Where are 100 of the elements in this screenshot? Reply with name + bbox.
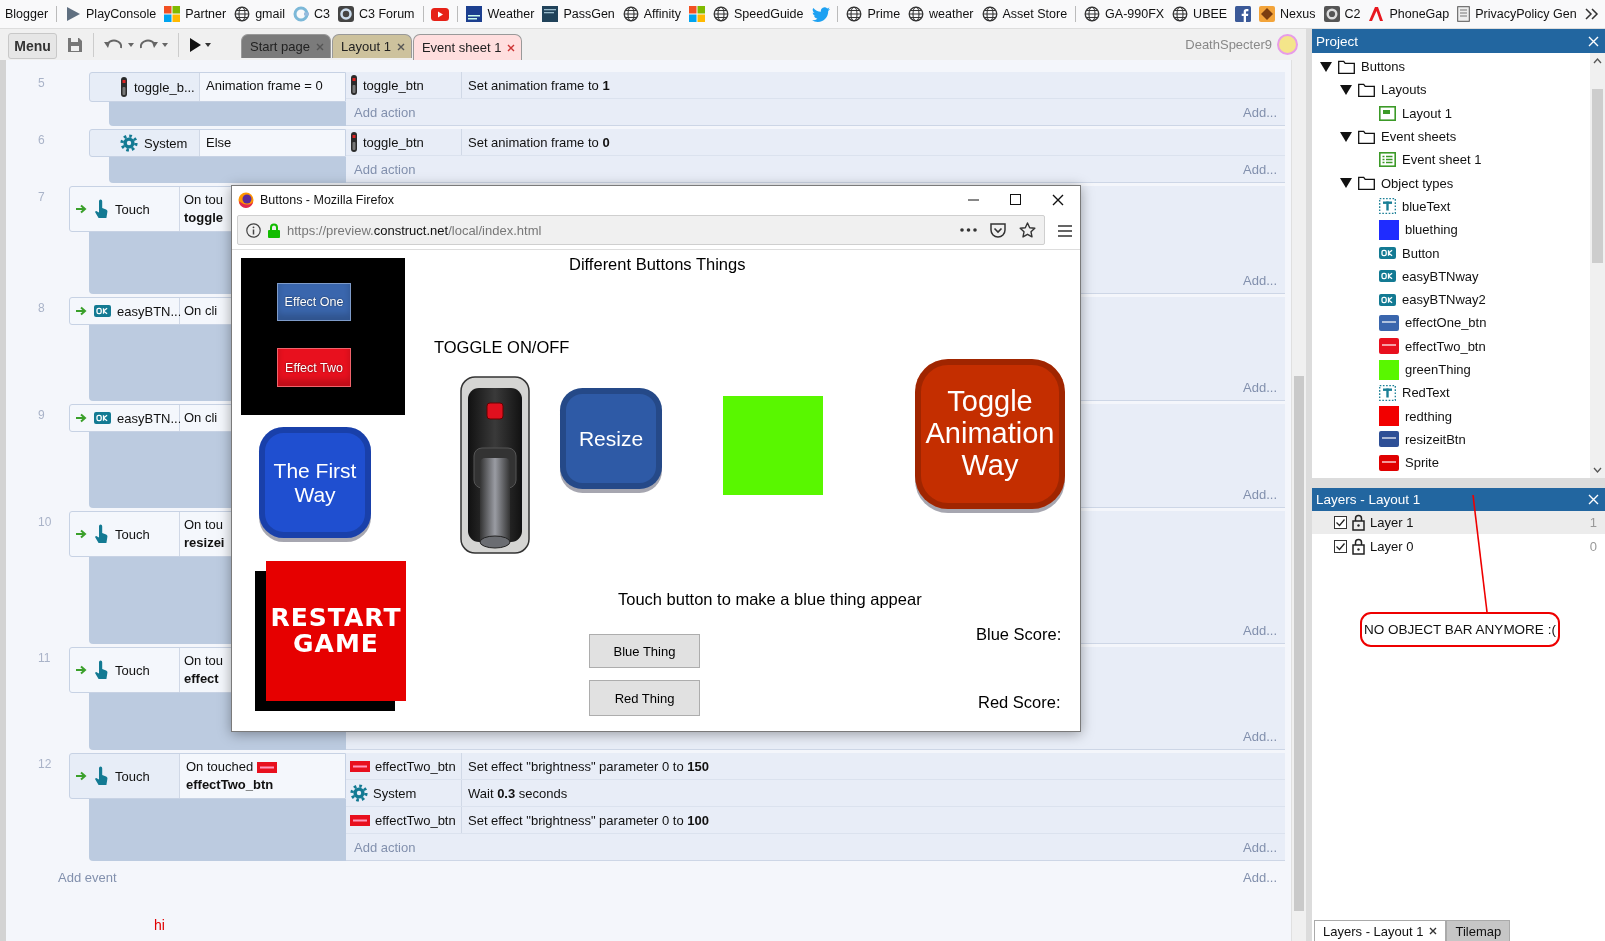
bookmark-link[interactable]: C2 [1323,6,1361,22]
layer-row[interactable]: Layer 0 0 [1312,535,1605,559]
tree-item[interactable]: Layouts [1312,78,1589,102]
action-object[interactable]: effectTwo_btn [346,753,462,779]
menu-icon[interactable] [1058,225,1072,237]
condition-cell[interactable]: Animation frame = 0 [200,73,345,101]
padlock-icon[interactable] [1352,538,1365,555]
bookmark-link[interactable]: weather [908,6,974,22]
close-icon[interactable] [1052,193,1064,206]
checkbox[interactable] [1334,516,1347,529]
condition-cell[interactable]: Else [200,130,345,156]
scrollbar[interactable] [1291,60,1306,941]
bookmark-link[interactable] [431,7,450,21]
expanded-triangle-icon[interactable] [1340,177,1352,190]
tree-item[interactable]: Object types [1312,171,1589,195]
tree-item[interactable]: effectOne_btn [1312,311,1589,335]
tree-item[interactable]: Layout 1 [1312,101,1589,125]
form-button[interactable]: Blue Thing [589,634,700,668]
expanded-triangle-icon[interactable] [1320,60,1332,73]
bookmark-link[interactable]: PlayConsole [65,6,157,22]
action-text[interactable]: Set animation frame to 1 [462,77,610,93]
pocket-icon[interactable] [990,222,1006,238]
game-button[interactable]: Resize [560,388,662,489]
caret-icon[interactable] [205,42,211,47]
bookmark-link[interactable] [689,6,706,22]
bookmark-link[interactable]: gmail [234,6,286,22]
bookmark-link[interactable]: GA-990FX [1084,6,1165,22]
condition-cell[interactable]: On touched effectTwo_btn [180,754,345,798]
caret-icon[interactable] [128,42,134,47]
tree-item[interactable]: Button [1312,241,1589,265]
more-icon[interactable] [960,228,977,232]
padlock-icon[interactable] [1352,514,1365,531]
page-logo-icon [542,6,559,22]
editor-tab[interactable]: Event sheet 1 [412,34,523,60]
tree-item[interactable]: RedText [1312,381,1589,405]
bookmark-link[interactable]: Affinity [622,6,682,22]
address-bar[interactable]: https://preview.construct.net/local/index.html [237,215,1045,245]
event-number: 7 [37,189,46,206]
tree-item[interactable]: redthing [1312,404,1589,428]
action-object[interactable]: System [346,780,462,806]
bookmark-link[interactable]: UBEE [1172,6,1228,22]
star-icon[interactable] [1019,222,1036,238]
play-icon[interactable] [189,37,201,52]
game-button[interactable]: Toggle Animation Way [915,359,1065,509]
action-object[interactable]: effectTwo_btn [346,807,462,833]
bookmark-link[interactable]: PhoneGap [1368,6,1450,22]
panel-tab[interactable]: Layers - Layout 1 [1314,920,1447,941]
checkbox[interactable] [1334,540,1347,553]
bookmark-link[interactable]: PassGen [542,6,615,22]
action-object[interactable]: toggle_btn [346,72,462,98]
tree-item[interactable]: Event sheets [1312,124,1589,149]
maximize-icon[interactable] [1010,194,1021,205]
save-icon[interactable] [67,36,83,53]
action-text[interactable]: Set animation frame to 0 [462,134,610,150]
action-text[interactable]: Set effect "brightness" parameter 0 to 150 [462,758,709,774]
tree-item[interactable]: easyBTNway2 [1312,287,1589,312]
chevron-icon[interactable] [1584,8,1599,20]
folder-icon [1338,59,1355,74]
bookmark-link[interactable]: C3 Forum [337,6,415,22]
folder-icon [1358,129,1375,144]
caret-icon[interactable] [162,42,168,47]
expanded-triangle-icon[interactable] [1340,83,1352,96]
action-text[interactable]: Wait 0.3 seconds [462,785,568,801]
bookmark-link[interactable]: Prime [846,6,901,22]
tree-item[interactable]: effectTwo_btn [1312,334,1589,358]
expanded-triangle-icon[interactable] [1340,130,1352,143]
panel-tab[interactable]: Tilemap [1446,920,1511,941]
bookmark-link[interactable]: C3 [293,6,330,22]
action-text[interactable]: Set effect "brightness" parameter 0 to 100 [462,812,709,828]
form-button[interactable]: Red Thing [589,680,700,716]
info-icon[interactable] [246,222,261,238]
game-button[interactable]: Effect One [277,283,351,321]
close-icon[interactable] [1429,927,1438,935]
tree-item[interactable]: Event sheet 1 [1312,148,1589,172]
bookmark-link[interactable]: SpeedGuide [713,6,804,22]
game-button[interactable]: Effect Two [277,348,351,387]
object-cell[interactable]: easyBTN... [70,405,180,431]
editor-tab[interactable]: Start page [241,34,331,58]
layer-row[interactable]: Layer 1 1 [1312,511,1605,535]
editor-tab[interactable]: Layout 1 [332,34,412,58]
tree-item[interactable]: bluething [1312,218,1589,242]
menu-button[interactable]: Menu [8,32,57,59]
object-cell[interactable]: easyBTN... [70,298,180,324]
game-button[interactable]: The First Way [259,427,371,538]
bookmark-link[interactable]: Nexus [1259,6,1316,22]
tree-item[interactable]: resizeitBtn [1312,427,1589,452]
tree-item[interactable]: greenThing [1312,357,1589,382]
tree-item[interactable]: easyBTNway [1312,264,1589,288]
tree-item[interactable]: Sprite [1312,451,1589,475]
tree-item[interactable]: blueText [1312,194,1589,219]
action-object[interactable]: toggle_btn [346,129,462,155]
bookmark-link[interactable] [1235,6,1252,22]
scrollbar[interactable] [1590,53,1605,478]
panel-title: Project [1316,33,1359,49]
bookmark-link[interactable]: Blogger [5,7,49,21]
tree-item[interactable]: Buttons [1312,55,1589,79]
bookmark-link[interactable]: Asset Store [981,6,1068,22]
bookmark-link[interactable]: Weather [466,6,535,22]
bookmark-link[interactable]: PrivacyPolicy Gen [1457,6,1577,22]
bookmark-link[interactable]: Partner [164,6,227,22]
